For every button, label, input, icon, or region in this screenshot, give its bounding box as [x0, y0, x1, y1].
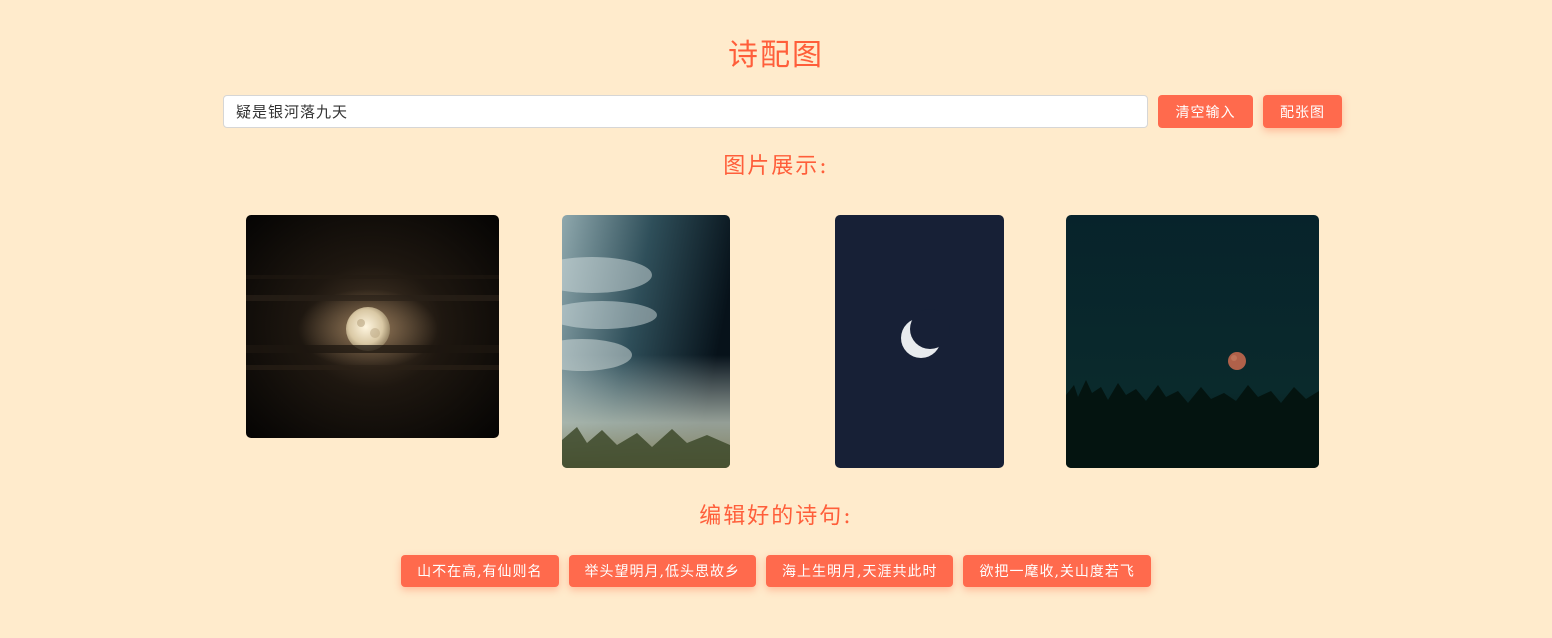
match-image-button[interactable]: 配张图	[1263, 95, 1342, 128]
gallery-image-red-moon[interactable]	[1066, 215, 1319, 468]
gallery-image-crescent-moon[interactable]	[835, 215, 1004, 468]
page-title: 诗配图	[728, 38, 824, 73]
app-page: 诗配图 清空输入 配张图 图片展示:	[0, 0, 1552, 638]
poem-button[interactable]: 山不在高,有仙则名	[401, 555, 559, 587]
clear-input-button[interactable]: 清空输入	[1158, 95, 1253, 128]
poem-input[interactable]	[223, 95, 1148, 128]
poems-title: 编辑好的诗句:	[699, 504, 853, 529]
gallery-image-misty-sky[interactable]	[562, 215, 730, 468]
gallery-title: 图片展示:	[723, 154, 829, 179]
poem-button[interactable]: 海上生明月,天涯共此时	[766, 555, 954, 587]
poem-button[interactable]: 欲把一麾收,关山度若飞	[963, 555, 1151, 587]
poem-button[interactable]: 举头望明月,低头思故乡	[568, 555, 756, 587]
gallery-image-full-moon[interactable]	[246, 215, 499, 438]
poem-list: 山不在高,有仙则名 举头望明月,低头思故乡 海上生明月,天涯共此时 欲把一麾收,…	[0, 555, 1552, 587]
